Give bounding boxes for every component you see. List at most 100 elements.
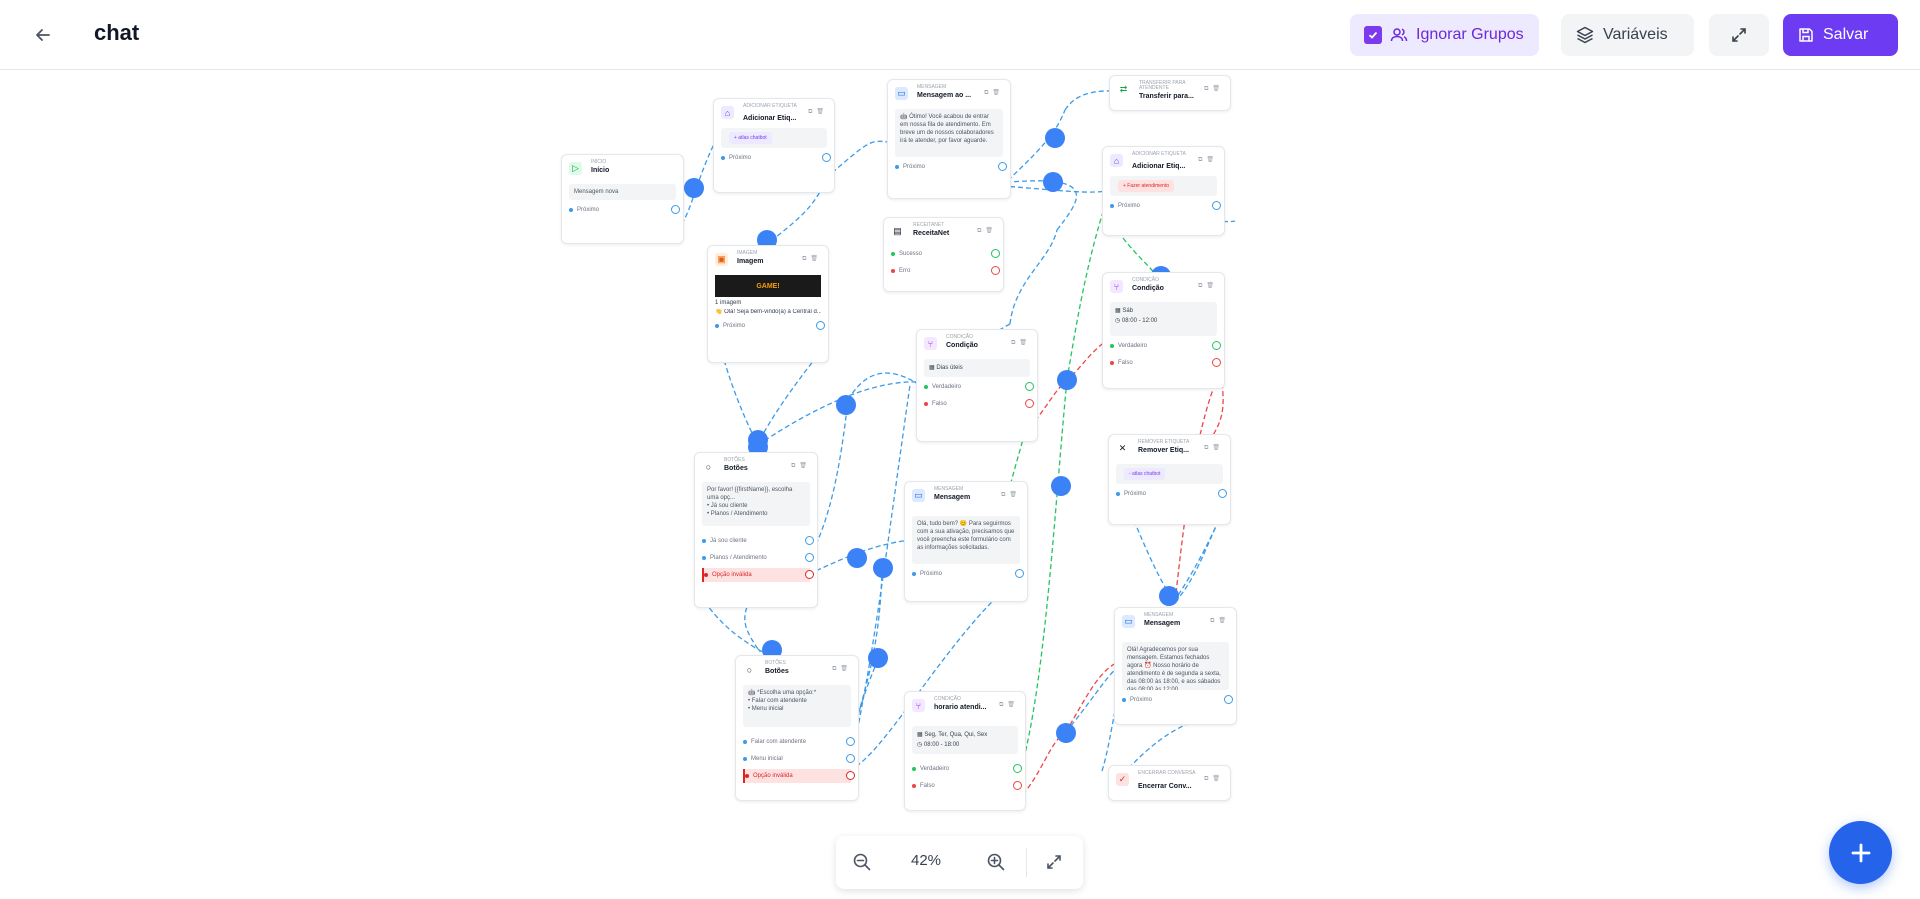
- node-remove-tag[interactable]: ✕ Remover Etiqueta Remover Etiq... ⧉🗑 - …: [1108, 434, 1231, 525]
- next-output[interactable]: Próximo: [715, 319, 825, 333]
- flow-canvas[interactable]: ▷ Início Início Mensagem nova Próximo ⌂ …: [0, 71, 1920, 899]
- next-output[interactable]: Próximo: [895, 160, 1007, 174]
- divider: [1026, 848, 1027, 877]
- false-output[interactable]: Falso: [912, 779, 1022, 793]
- button-output-menu[interactable]: Menu inicial: [743, 752, 855, 766]
- node-actions[interactable]: ⧉🗑: [999, 701, 1019, 709]
- node-condition[interactable]: ⑂ Condição Condição ⧉🗑 ▦ Sáb ◷ 08:00 - 1…: [1102, 272, 1225, 389]
- node-name: horario atendi...: [934, 704, 987, 711]
- edge: [825, 140, 889, 179]
- node-name: Transferir para...: [1139, 93, 1194, 100]
- edge: [1174, 512, 1223, 601]
- node-transfer[interactable]: ⇄ Transferir para atendente Transferir p…: [1109, 75, 1231, 111]
- next-output[interactable]: Próximo: [569, 203, 680, 217]
- node-name: Botões: [765, 668, 789, 675]
- node-add-tag[interactable]: ⌂ Adicionar Etiqueta Adicionar Etiq... ⧉…: [713, 98, 835, 193]
- node-actions[interactable]: ⧉🗑: [1204, 775, 1224, 783]
- node-actions[interactable]: ⧉🗑: [1204, 444, 1224, 452]
- node-name: Início: [591, 167, 610, 174]
- circle-icon: ○: [746, 664, 753, 675]
- node-actions[interactable]: ⧉🗑: [1198, 156, 1218, 164]
- branch-icon: ⑂: [924, 337, 937, 350]
- node-actions[interactable]: ⧉🗑: [802, 255, 822, 263]
- back-button[interactable]: [30, 22, 56, 48]
- node-actions[interactable]: ⧉🗑: [977, 227, 997, 235]
- node-actions[interactable]: ⧉🗑: [984, 89, 1004, 97]
- node-actions[interactable]: ⧉🗑: [1198, 282, 1218, 290]
- node-name: Botões: [724, 465, 748, 472]
- zoom-out-icon: [853, 853, 871, 871]
- node-actions[interactable]: ⧉🗑: [1001, 491, 1021, 499]
- node-message[interactable]: ▭ Mensagem Mensagem ⧉🗑 Olá! Agradecemos …: [1114, 607, 1237, 725]
- fullscreen-button[interactable]: [1709, 14, 1769, 56]
- invalid-option-output[interactable]: Opção inválida: [702, 568, 814, 582]
- node-actions[interactable]: ⧉🗑: [808, 108, 828, 116]
- true-output[interactable]: Verdadeiro: [912, 762, 1022, 776]
- edge-handle: [1043, 172, 1063, 192]
- node-condition[interactable]: ⑂ Condição Condição ⧉🗑 ▦ Dias úteis Verd…: [916, 329, 1038, 442]
- node-actions[interactable]: ⧉🗑: [1011, 339, 1031, 347]
- node-type: ReceitaNet: [913, 222, 945, 228]
- ignore-groups-toggle[interactable]: Ignorar Grupos: [1350, 14, 1539, 56]
- node-text: Olá, tudo bem? 😊 Para seguirmos com a su…: [912, 516, 1020, 564]
- tag-icon: ⌂: [1110, 154, 1123, 167]
- edge-handle: [1159, 586, 1179, 606]
- button-output-agent[interactable]: Falar com atendente: [743, 735, 855, 749]
- ignore-groups-checkbox[interactable]: [1364, 26, 1382, 44]
- error-output[interactable]: Erro: [891, 264, 1000, 278]
- node-buttons[interactable]: ○ Botões Botões ⧉🗑 🤖 *Escolha uma opção:…: [735, 655, 859, 801]
- schedule-rule: ▦ Sáb ◷ 08:00 - 12:00: [1110, 302, 1217, 336]
- node-type: Condição: [946, 334, 973, 340]
- node-text: Olá! Agradecemos por sua mensagem. Estam…: [1122, 642, 1229, 690]
- false-output[interactable]: Falso: [1110, 356, 1221, 370]
- node-actions[interactable]: ⧉🗑: [832, 665, 852, 673]
- users-icon: [1390, 28, 1408, 42]
- node-schedule-condition[interactable]: ⑂ Condição horario atendi... ⧉🗑 ▦ Seg, T…: [904, 691, 1026, 811]
- node-type: Botões: [724, 457, 745, 463]
- node-receitanet[interactable]: ▤ ReceitaNet ReceitaNet ⧉🗑 Sucesso Erro: [883, 217, 1004, 292]
- ignore-groups-label: Ignorar Grupos: [1416, 26, 1524, 43]
- node-message[interactable]: ▭ Mensagem Mensagem ao ... ⧉🗑 🤖 Ótimo! V…: [887, 79, 1011, 199]
- zoom-in-button[interactable]: [984, 850, 1008, 874]
- message-icon: ▭: [912, 489, 925, 502]
- success-output[interactable]: Sucesso: [891, 247, 1000, 261]
- zoom-level: 42%: [910, 852, 942, 869]
- node-add-tag[interactable]: ⌂ Adicionar Etiqueta Adicionar Etiq... ⧉…: [1102, 146, 1225, 236]
- true-output[interactable]: Verdadeiro: [1110, 339, 1221, 353]
- button-output-plans[interactable]: Planos / Atendimento: [702, 551, 814, 565]
- edge-handle: [847, 548, 867, 568]
- next-output[interactable]: Próximo: [1122, 693, 1233, 707]
- fit-view-button[interactable]: [1042, 850, 1066, 874]
- node-text: 🤖 Ótimo! Você acabou de entrar em nossa …: [895, 109, 1003, 157]
- node-image[interactable]: ▣ Imagem Imagem ⧉🗑 GAME! 1 imagem 👋 Olá!…: [707, 245, 829, 363]
- edge: [756, 349, 823, 446]
- node-name: Encerrar Conv...: [1138, 783, 1192, 790]
- next-output[interactable]: Próximo: [1116, 487, 1227, 501]
- node-actions[interactable]: ⧉🗑: [791, 462, 811, 470]
- check-circle-icon: ✓: [1116, 773, 1129, 786]
- node-inicio[interactable]: ▷ Início Início Mensagem nova Próximo: [561, 154, 684, 244]
- zoom-controls: 42%: [836, 836, 1083, 889]
- node-end-conversation[interactable]: ✓ Encerrar Conversa Encerrar Conv... ⧉🗑: [1108, 765, 1231, 801]
- layers-icon: [1576, 26, 1594, 44]
- zoom-out-button[interactable]: [850, 850, 874, 874]
- save-button[interactable]: Salvar: [1783, 14, 1898, 56]
- variables-label: Variáveis: [1603, 26, 1668, 43]
- node-actions[interactable]: ⧉🗑: [1210, 617, 1230, 625]
- node-buttons[interactable]: ○ Botões Botões ⧉🗑 Por favor! {{firstNam…: [694, 452, 818, 608]
- invalid-option-output[interactable]: Opção inválida: [743, 769, 855, 783]
- edge: [757, 381, 919, 446]
- node-type: Condição: [934, 696, 961, 702]
- node-actions[interactable]: ⧉🗑: [1204, 85, 1224, 93]
- variables-button[interactable]: Variáveis: [1561, 14, 1694, 56]
- true-output[interactable]: Verdadeiro: [924, 380, 1034, 394]
- node-type: Início: [591, 159, 607, 165]
- node-message[interactable]: ▭ Mensagem Mensagem ⧉🗑 Olá, tudo bem? 😊 …: [904, 481, 1028, 602]
- next-output[interactable]: Próximo: [912, 567, 1024, 581]
- button-output-client[interactable]: Já sou cliente: [702, 534, 814, 548]
- node-name: Condição: [1132, 285, 1164, 292]
- next-output[interactable]: Próximo: [721, 151, 831, 165]
- false-output[interactable]: Falso: [924, 397, 1034, 411]
- next-output[interactable]: Próximo: [1110, 199, 1221, 213]
- add-node-button[interactable]: [1829, 821, 1892, 884]
